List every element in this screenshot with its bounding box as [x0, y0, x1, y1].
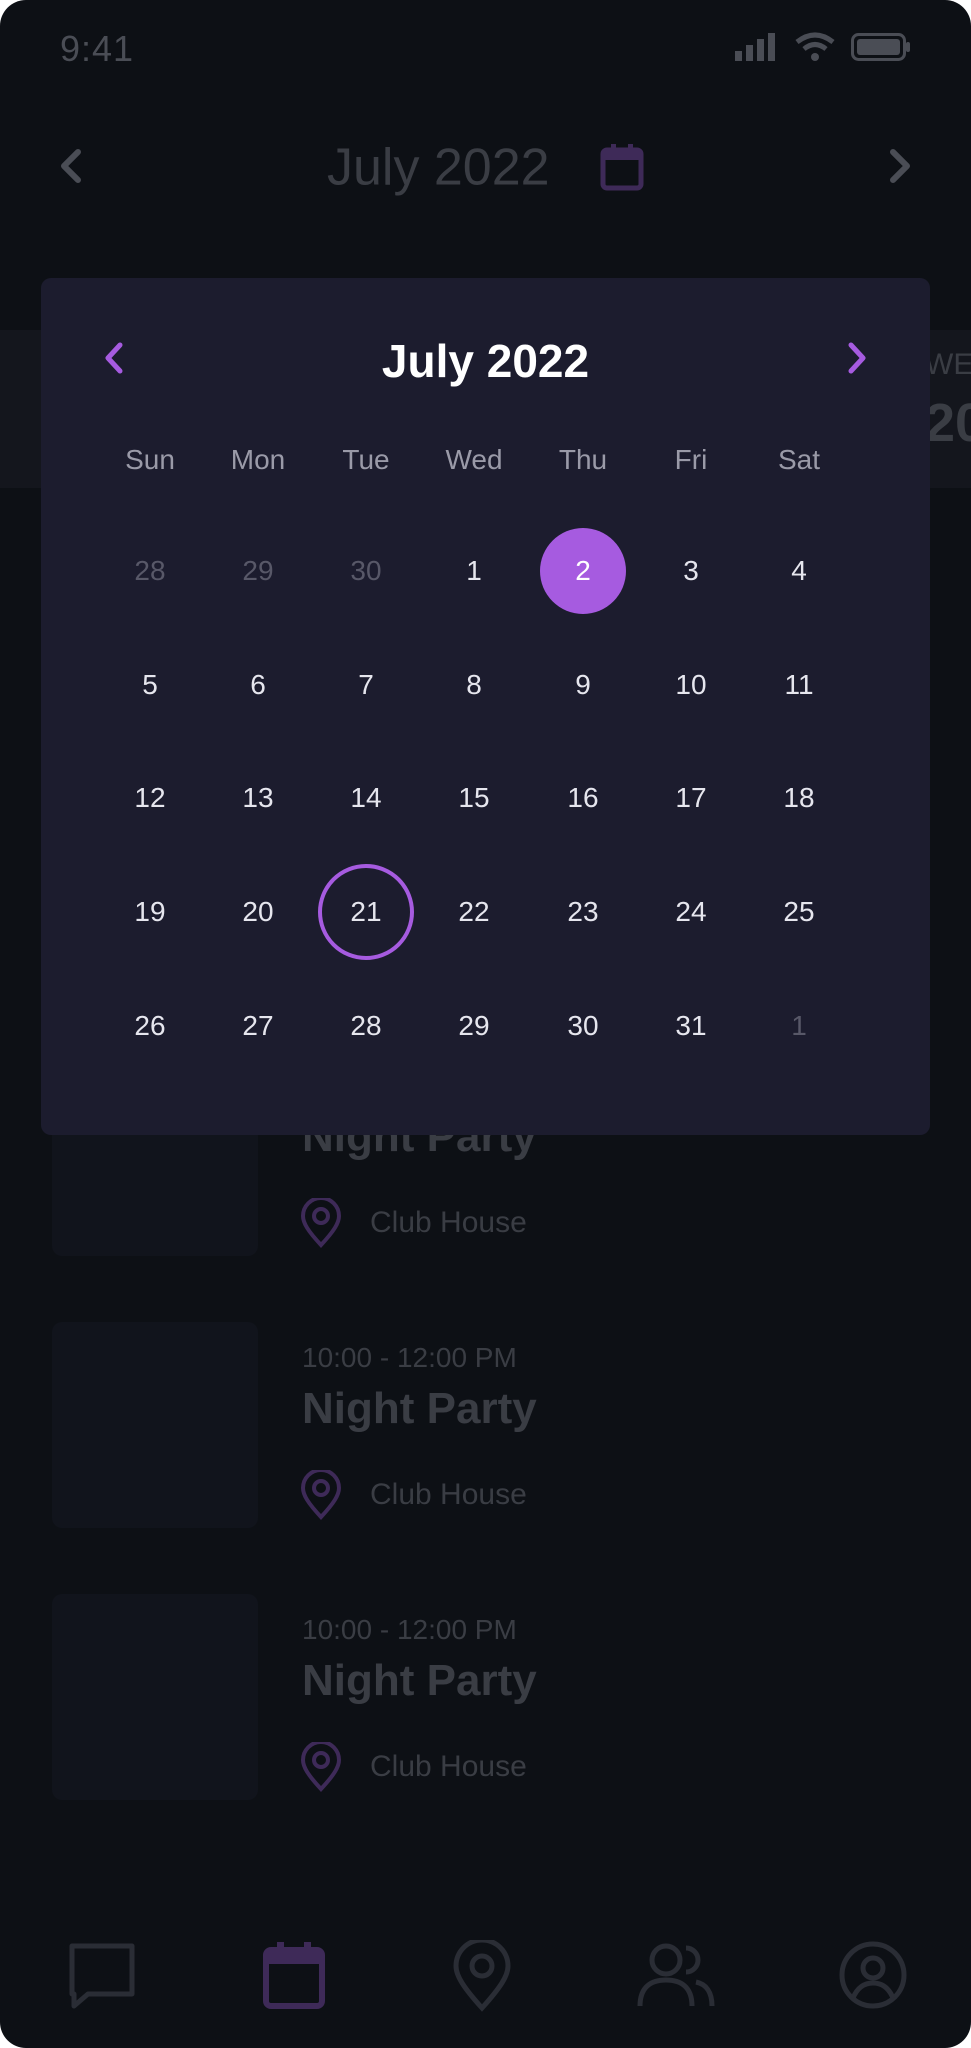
event-time: 10:00 - 12:00 PM [302, 1614, 517, 1645]
calendar-day[interactable]: 16 [540, 755, 626, 841]
calendar-day[interactable]: 13 [215, 755, 301, 841]
calendar-day[interactable]: 20 [215, 869, 301, 955]
month-label: July 2022 [326, 138, 550, 197]
calendar-day[interactable]: 2 [540, 528, 626, 614]
calendar-day[interactable]: 4 [756, 528, 842, 614]
event-location: Club House [300, 1470, 527, 1520]
calendar-icon[interactable] [262, 1940, 326, 2010]
bottom-navigation [0, 1940, 971, 2030]
event-card[interactable]: 10:00 - 12:00 PM Night Party Club House [52, 1322, 932, 1532]
event-thumbnail [52, 1594, 258, 1800]
week-day-label[interactable]: WE [925, 348, 971, 382]
event-title: Night Party [302, 1384, 537, 1433]
calendar-day[interactable]: 15 [431, 755, 517, 841]
month-title: July 2022 [0, 134, 971, 197]
calendar-day[interactable]: 11 [756, 642, 842, 728]
calendar-day[interactable]: 9 [540, 642, 626, 728]
calendar-day[interactable]: 1 [756, 983, 842, 1069]
status-time: 9:41 [60, 28, 135, 69]
calendar-day[interactable]: 29 [431, 983, 517, 1069]
event-location: Club House [300, 1198, 527, 1248]
event-thumbnail [52, 1322, 258, 1528]
calendar-day[interactable]: 14 [323, 755, 409, 841]
event-location-text: Club House [370, 1478, 527, 1511]
calendar-day[interactable]: 19 [107, 869, 193, 955]
month-navigation: July 2022 [0, 130, 971, 210]
calendar-day[interactable]: 3 [648, 528, 734, 614]
calendar-day[interactable]: 26 [107, 983, 193, 1069]
calendar-day[interactable]: 8 [431, 642, 517, 728]
calendar-popup: July 2022 Sun Mon Tue Wed Thu Fri Sat 28 29 30 1 2… [41, 278, 930, 1135]
calendar-day[interactable]: 28 [323, 983, 409, 1069]
chat-icon[interactable] [66, 1940, 138, 2010]
calendar-day[interactable]: 5 [107, 642, 193, 728]
calendar-day[interactable]: 6 [215, 642, 301, 728]
calendar-day[interactable]: 30 [540, 983, 626, 1069]
next-month-button[interactable] [885, 146, 915, 186]
calendar-day[interactable]: 10 [648, 642, 734, 728]
location-pin-icon [300, 1470, 342, 1520]
signal-icon [735, 33, 775, 61]
calendar-day[interactable]: 30 [323, 528, 409, 614]
event-location-text: Club House [370, 1206, 527, 1239]
calendar-day[interactable]: 31 [648, 983, 734, 1069]
calendar-day[interactable]: 23 [540, 869, 626, 955]
location-pin-icon [300, 1742, 342, 1792]
phone-screen: 9:41 July 2022 WE 20 Night Party Club Ho… [0, 0, 971, 2048]
event-card[interactable]: 10:00 - 12:00 PM Night Party Club House [52, 1594, 932, 1804]
calendar-day[interactable]: 22 [431, 869, 517, 955]
calendar-day[interactable]: 25 [756, 869, 842, 955]
calendar-day[interactable]: 12 [107, 755, 193, 841]
week-day-number[interactable]: 20 [925, 392, 971, 454]
day-grid: 28 29 30 1 2 3 4 5 6 7 8 9 10 11 12 13 14 15 16 17 18 19 20 21 2… [92, 278, 852, 1135]
calendar-day[interactable]: 18 [756, 755, 842, 841]
calendar-day[interactable]: 7 [323, 642, 409, 728]
calendar-day[interactable]: 1 [431, 528, 517, 614]
profile-icon[interactable] [838, 1940, 908, 2010]
users-icon[interactable] [636, 1940, 716, 2010]
event-title: Night Party [302, 1656, 537, 1705]
location-pin-icon[interactable] [452, 1940, 512, 2012]
status-bar: 9:41 [0, 0, 971, 100]
calendar-toggle-icon[interactable] [600, 143, 644, 191]
calendar-day[interactable]: 27 [215, 983, 301, 1069]
battery-icon [851, 33, 910, 61]
status-icons [735, 32, 911, 62]
calendar-day[interactable]: 29 [215, 528, 301, 614]
event-location-text: Club House [370, 1750, 527, 1783]
location-pin-icon [300, 1198, 342, 1248]
event-time: 10:00 - 12:00 PM [302, 1342, 517, 1373]
wifi-icon [795, 32, 835, 61]
calendar-day[interactable]: 28 [107, 528, 193, 614]
calendar-day[interactable]: 21 [318, 864, 414, 960]
calendar-day[interactable]: 17 [648, 755, 734, 841]
event-location: Club House [300, 1742, 527, 1792]
calendar-day[interactable]: 24 [648, 869, 734, 955]
